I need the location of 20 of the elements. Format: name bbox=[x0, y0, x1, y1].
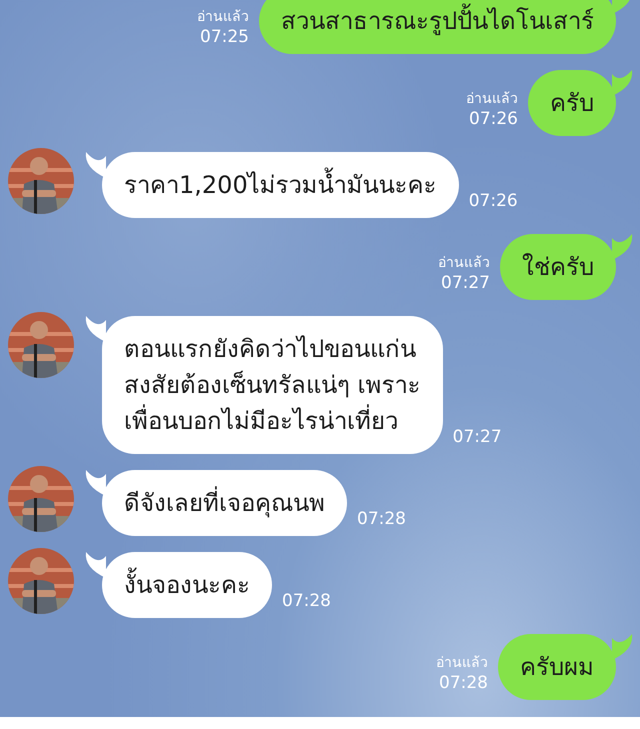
message-bubble: ตอนแรกยังคิดว่าไปขอนแก่น สงสัยต้องเซ็นทรัลแน่ๆ เพราะ เพื่อนบอกไม่มีอะไรน่าเที่ยว bbox=[102, 316, 443, 454]
message-time: 07:28 bbox=[439, 672, 488, 694]
message-bubble: ราคา1,200ไม่รวมน้ำมันนะคะ bbox=[102, 152, 459, 218]
message-time: 07:28 bbox=[282, 590, 331, 612]
message-time: 07:26 bbox=[468, 190, 518, 212]
message-time: 07:28 bbox=[357, 508, 406, 530]
read-receipt: อ่านแล้ว bbox=[197, 8, 249, 26]
message-time: 07:25 bbox=[200, 26, 249, 48]
read-receipt: อ่านแล้ว bbox=[438, 254, 490, 272]
message-bubble: สวนสาธารณะรูปปั้นไดโนเสาร์ bbox=[259, 0, 616, 54]
message-time: 07:27 bbox=[452, 426, 502, 448]
message-bubble: ครับ bbox=[528, 70, 616, 136]
read-receipt: อ่านแล้ว bbox=[466, 90, 518, 108]
message-time: 07:27 bbox=[441, 272, 490, 294]
message-bubble: ครับผม bbox=[498, 634, 616, 700]
message-bubble: ใช่ครับ bbox=[500, 234, 616, 300]
message-time: 07:26 bbox=[469, 108, 518, 130]
read-receipt: อ่านแล้ว bbox=[436, 654, 488, 672]
message-bubble: ดีจังเลยที่เจอคุณนพ bbox=[102, 470, 347, 536]
message-bubble: งั้นจองนะคะ bbox=[102, 552, 272, 618]
